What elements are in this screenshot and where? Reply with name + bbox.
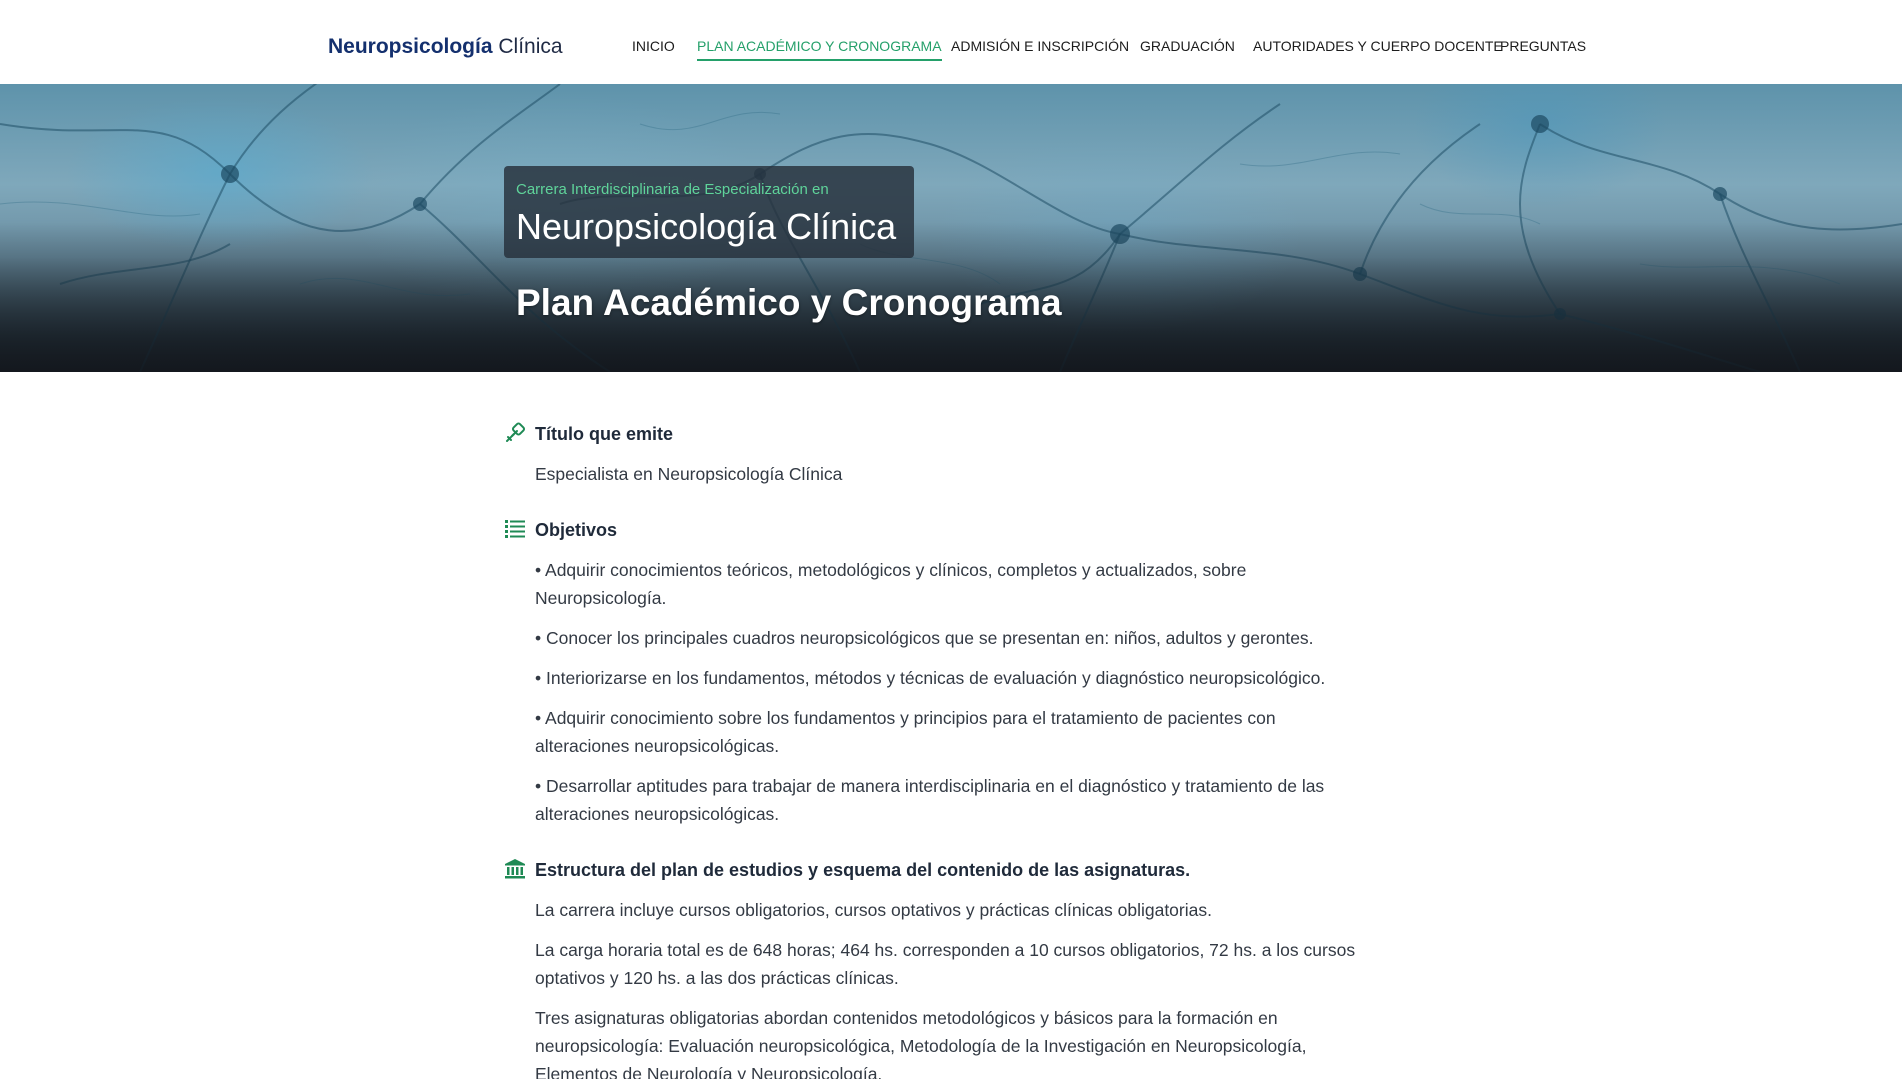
brand-name-strong: Neuropsicología (328, 35, 493, 58)
hero-title: Neuropsicología Clínica (516, 206, 897, 247)
diploma-icon (506, 422, 526, 442)
nav-item-preguntas[interactable]: PREGUNTAS (1500, 36, 1586, 56)
list-item: • Adquirir conocimiento sobre los fundam… (535, 708, 1276, 756)
nav-item-graduacion[interactable]: GRADUACIÓN (1140, 36, 1235, 56)
list-icon (505, 520, 525, 538)
hero-title-card: Carrera Interdisciplinaria de Especializ… (504, 166, 914, 258)
section-heading: Estructura del plan de estudios y esquem… (535, 860, 1191, 880)
section-titulo: Título que emite Especialista en Neurops… (504, 422, 1364, 488)
paragraph: La carrera incluye cursos obligatorios, … (535, 900, 1212, 920)
brand-name-light: Clínica (498, 35, 563, 58)
estructura-paragraphs: La carrera incluye cursos obligatorios, … (504, 896, 1364, 1079)
list-item: • Desarrollar aptitudes para trabajar de… (535, 776, 1325, 824)
list-item: • Interiorizarse en los fundamentos, mét… (535, 668, 1326, 688)
paragraph: Tres asignaturas obligatorias abordan co… (535, 1008, 1307, 1079)
main-content: Título que emite Especialista en Neurops… (504, 372, 1364, 1079)
nav-item-inicio[interactable]: INICIO (632, 36, 675, 56)
nav-item-plan-academico[interactable]: PLAN ACADÉMICO Y CRONOGRAMA (697, 36, 942, 61)
section-heading: Objetivos (535, 520, 618, 540)
site-header: Neuropsicología Clínica INICIO PLAN ACAD… (0, 0, 1902, 84)
objetivos-list: • Adquirir conocimientos teóricos, metod… (504, 556, 1364, 828)
section-estructura: Estructura del plan de estudios y esquem… (504, 858, 1364, 1079)
nav-item-admision[interactable]: ADMISIÓN E INSCRIPCIÓN (951, 36, 1129, 56)
page-title: Plan Académico y Cronograma (516, 282, 1062, 323)
list-item: • Adquirir conocimientos teóricos, metod… (535, 560, 1247, 608)
list-item: • Conocer los principales cuadros neurop… (535, 628, 1314, 648)
hero-eyebrow: Carrera Interdisciplinaria de Especializ… (516, 181, 829, 198)
site-logo[interactable]: Neuropsicología Clínica (328, 33, 563, 61)
paragraph: La carga horaria total es de 648 horas; … (535, 940, 1356, 988)
section-objetivos: Objetivos • Adquirir conocimientos teóri… (504, 518, 1364, 828)
hero-banner: Carrera Interdisciplinaria de Especializ… (0, 84, 1902, 372)
nav-item-autoridades[interactable]: AUTORIDADES Y CUERPO DOCENTE (1253, 36, 1503, 56)
institution-icon (505, 859, 525, 879)
section-heading: Título que emite (535, 424, 674, 444)
section-text: Especialista en Neuropsicología Clínica (535, 464, 843, 484)
